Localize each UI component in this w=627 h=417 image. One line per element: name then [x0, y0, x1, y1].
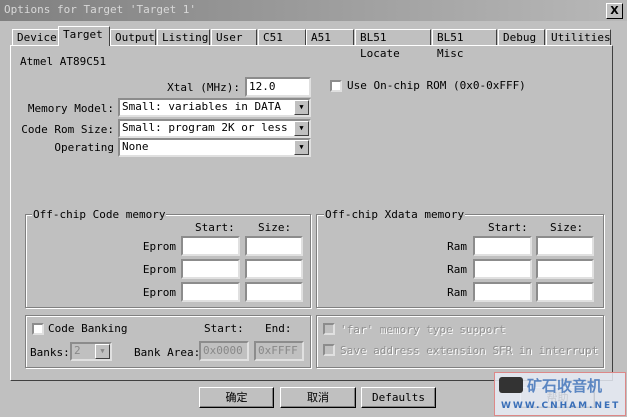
- eprom-row-label: Eprom: [142, 240, 176, 253]
- eprom-size-input[interactable]: [245, 282, 303, 302]
- tab-bl51-locate[interactable]: BL51 Locate: [355, 29, 431, 60]
- cancel-button[interactable]: 取消: [280, 387, 356, 408]
- eprom-start-input[interactable]: [181, 259, 240, 279]
- ram-size-input[interactable]: [536, 236, 594, 256]
- window-title: Options for Target 'Target 1': [4, 3, 197, 16]
- ram-size-input[interactable]: [536, 259, 594, 279]
- eprom-size-input[interactable]: [245, 259, 303, 279]
- bank-area-end-input[interactable]: 0xFFFF: [254, 341, 304, 361]
- ram-start-input[interactable]: [473, 236, 532, 256]
- xdata-size-header: Size:: [550, 221, 584, 234]
- tab-c51[interactable]: C51: [258, 29, 306, 45]
- device-name: Atmel AT89C51: [20, 55, 107, 68]
- tab-debug[interactable]: Debug: [498, 29, 545, 45]
- eprom-row-label: Eprom: [142, 263, 176, 276]
- onchip-rom-checkbox[interactable]: [330, 80, 342, 92]
- chevron-down-icon[interactable]: ▼: [294, 140, 309, 155]
- tab-user[interactable]: User: [211, 29, 257, 45]
- tab-target[interactable]: Target: [58, 26, 110, 46]
- bank-area-label: Bank Area:: [134, 346, 201, 359]
- memory-model-select[interactable]: Small: variables in DATA ▼: [118, 98, 311, 117]
- save-sfr-checkbox[interactable]: [323, 344, 335, 356]
- onchip-rom-label: Use On-chip ROM (0x0-0xFFF): [347, 79, 526, 92]
- operating-select[interactable]: None ▼: [118, 138, 311, 157]
- ram-start-input[interactable]: [473, 259, 532, 279]
- tab-listing[interactable]: Listing: [157, 29, 210, 45]
- xdata-memory-title: Off-chip Xdata memory: [324, 208, 466, 221]
- operating-label: Operating: [54, 141, 114, 154]
- bank-end-header: End:: [265, 322, 292, 335]
- operating-value: None: [122, 140, 149, 153]
- code-size-header: Size:: [258, 221, 292, 234]
- chevron-down-icon[interactable]: ▼: [294, 100, 309, 115]
- bank-area-start-input[interactable]: 0x0000: [199, 341, 249, 361]
- close-button[interactable]: X: [606, 3, 623, 19]
- tab-bl51-misc[interactable]: BL51 Misc: [432, 29, 497, 60]
- xdata-start-header: Start:: [488, 221, 528, 234]
- code-banking-checkbox[interactable]: [32, 323, 44, 335]
- chevron-down-icon[interactable]: ▼: [95, 344, 110, 359]
- code-rom-size-select[interactable]: Small: program 2K or less ▼: [118, 119, 311, 138]
- eprom-row-label: Eprom: [142, 286, 176, 299]
- save-sfr-label: Save address extension SFR in interrupt: [340, 344, 599, 357]
- ram-start-input[interactable]: [473, 282, 532, 302]
- code-rom-size-value: Small: program 2K or less: [122, 121, 288, 134]
- banks-value: 2: [74, 344, 81, 357]
- tab-a51[interactable]: A51: [306, 29, 354, 45]
- ram-row-label: Ram: [447, 286, 467, 299]
- far-memory-checkbox[interactable]: [323, 323, 335, 335]
- code-banking-label: Code Banking: [48, 322, 128, 335]
- xtal-label: Xtal (MHz):: [167, 81, 240, 94]
- memory-model-value: Small: variables in DATA: [122, 100, 281, 113]
- watermark-logo: 矿石收音机 WWW.CNHAM.NET: [494, 372, 626, 416]
- chevron-down-icon[interactable]: ▼: [294, 121, 309, 136]
- ok-button[interactable]: 确定: [199, 387, 274, 408]
- tab-output[interactable]: Output: [110, 29, 156, 45]
- eprom-start-input[interactable]: [181, 236, 240, 256]
- eprom-size-input[interactable]: [245, 236, 303, 256]
- ram-size-input[interactable]: [536, 282, 594, 302]
- memory-model-label: Memory Model:: [27, 102, 114, 115]
- banks-label: Banks:: [30, 346, 70, 359]
- code-rom-size-label: Code Rom Size:: [21, 123, 114, 136]
- radio-icon: [499, 377, 523, 393]
- tab-device[interactable]: Device: [12, 29, 59, 45]
- code-memory-title: Off-chip Code memory: [32, 208, 167, 221]
- tab-utilities[interactable]: Utilities: [546, 29, 611, 45]
- code-start-header: Start:: [195, 221, 235, 234]
- xtal-input[interactable]: 12.0: [245, 77, 311, 97]
- eprom-start-input[interactable]: [181, 282, 240, 302]
- bank-start-header: Start:: [204, 322, 244, 335]
- ram-row-label: Ram: [447, 240, 467, 253]
- far-memory-label: 'far' memory type support: [340, 323, 506, 336]
- banks-select[interactable]: 2 ▼: [70, 342, 112, 361]
- ram-row-label: Ram: [447, 263, 467, 276]
- defaults-button[interactable]: Defaults: [361, 387, 436, 408]
